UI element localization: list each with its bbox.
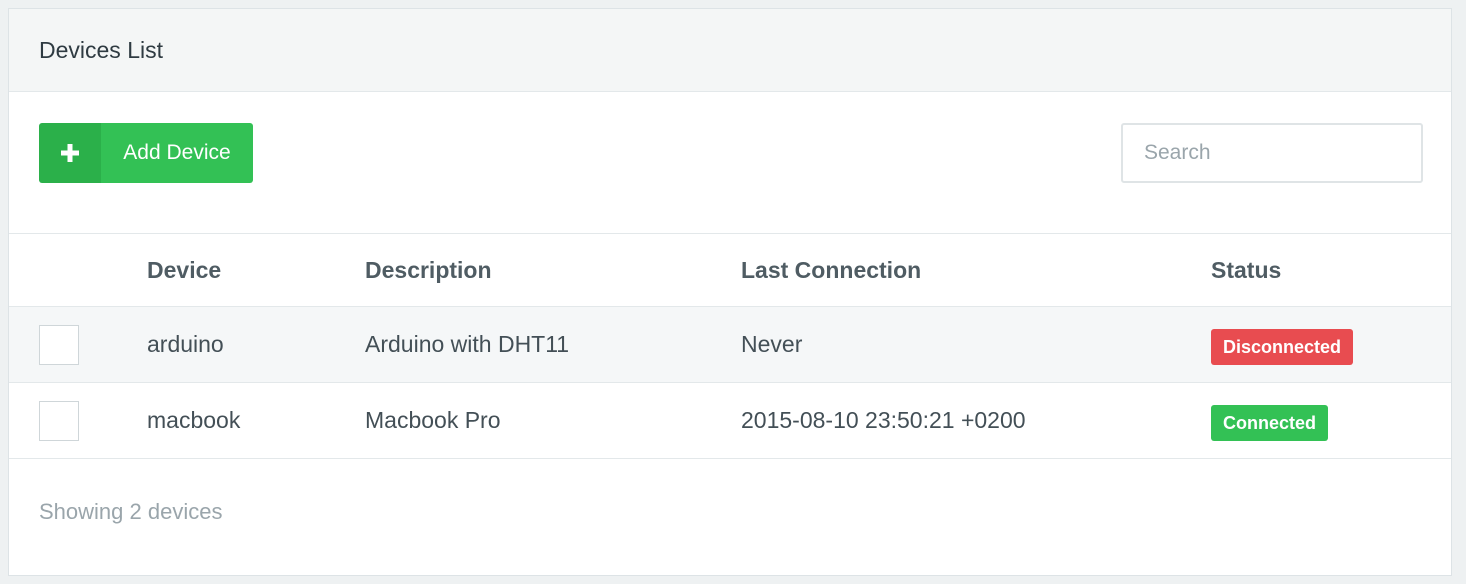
last-connection: 2015-08-10 23:50:21 +0200 — [741, 407, 1026, 433]
search-input[interactable] — [1121, 123, 1423, 183]
device-count-summary: Showing 2 devices — [39, 499, 223, 524]
table-row[interactable]: arduino Arduino with DHT11 Never Disconn… — [9, 307, 1451, 383]
column-header-description[interactable]: Description — [365, 234, 492, 306]
status-badge: Disconnected — [1211, 329, 1354, 365]
status-badge: Connected — [1211, 405, 1329, 441]
panel-title: Devices List — [39, 36, 163, 63]
device-description: Macbook Pro — [365, 407, 501, 433]
add-device-button[interactable]: Add Device — [39, 123, 253, 183]
table-row[interactable]: macbook Macbook Pro 2015-08-10 23:50:21 … — [9, 383, 1451, 459]
panel-header: Devices List — [9, 9, 1451, 92]
row-checkbox[interactable] — [39, 325, 79, 365]
row-checkbox[interactable] — [39, 401, 79, 441]
table-footer: Showing 2 devices — [9, 459, 1451, 574]
device-description: Arduino with DHT11 — [365, 331, 570, 357]
column-header-device[interactable]: Device — [147, 234, 221, 306]
column-header-last-connection[interactable]: Last Connection — [741, 234, 921, 306]
table-header: Device Description Last Connection Statu… — [9, 234, 1451, 307]
device-name: arduino — [147, 331, 224, 357]
add-device-label: Add Device — [101, 123, 253, 183]
devices-panel: Devices List Add Device Device Descripti… — [8, 8, 1452, 576]
plus-icon — [39, 123, 101, 183]
device-name: macbook — [147, 407, 241, 433]
last-connection: Never — [741, 331, 803, 357]
toolbar: Add Device — [9, 92, 1451, 234]
column-header-status[interactable]: Status — [1211, 234, 1281, 306]
